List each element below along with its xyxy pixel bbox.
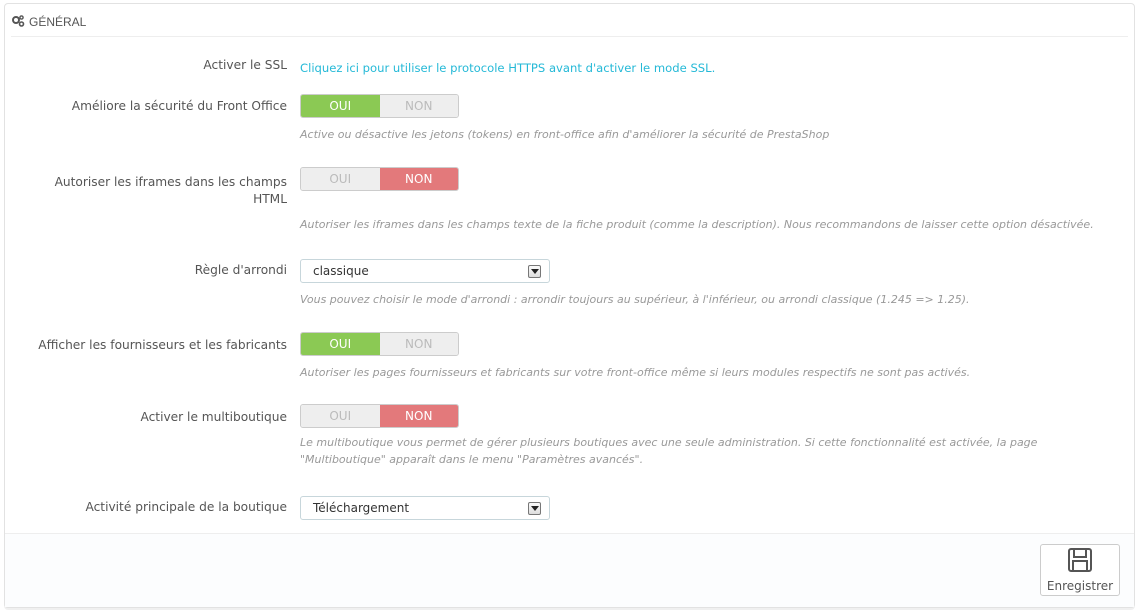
rounding-value: classique bbox=[313, 264, 369, 278]
activity-value: Téléchargement bbox=[313, 501, 410, 515]
iframes-label: Autoriser les iframes dans les champs HT… bbox=[54, 175, 287, 206]
iframes-switch[interactable]: OUI NON bbox=[300, 167, 459, 191]
multishop-no[interactable]: NON bbox=[379, 405, 458, 427]
chevron-down-icon[interactable] bbox=[528, 265, 541, 278]
front-security-no[interactable]: NON bbox=[379, 95, 458, 117]
multishop-switch[interactable]: OUI NON bbox=[300, 404, 459, 428]
suppliers-help: Autoriser les pages fournisseurs et fabr… bbox=[300, 366, 971, 379]
activity-label: Activité principale de la boutique bbox=[85, 500, 287, 514]
rounding-help: Vous pouvez choisir le mode d'arrondi : … bbox=[300, 293, 970, 306]
save-label: Enregistrer bbox=[1046, 579, 1114, 593]
iframes-help: Autoriser les iframes dans les champs te… bbox=[300, 218, 1094, 231]
chevron-down-icon[interactable] bbox=[528, 502, 541, 515]
activity-select[interactable]: Téléchargement bbox=[300, 496, 550, 520]
save-icon bbox=[1067, 547, 1093, 576]
iframes-no[interactable]: NON bbox=[379, 168, 458, 190]
suppliers-yes[interactable]: OUI bbox=[301, 333, 380, 355]
panel-footer: Enregistrer bbox=[5, 533, 1134, 607]
gears-icon bbox=[11, 14, 25, 31]
multishop-label: Activer le multiboutique bbox=[140, 410, 287, 424]
rounding-select[interactable]: classique bbox=[300, 259, 550, 283]
suppliers-switch[interactable]: OUI NON bbox=[300, 332, 459, 356]
front-security-switch[interactable]: OUI NON bbox=[300, 94, 459, 118]
panel-heading: Général bbox=[11, 8, 1128, 37]
enable-https-link[interactable]: Cliquez ici pour utiliser le protocole H… bbox=[300, 61, 715, 75]
suppliers-label: Afficher les fournisseurs et les fabrica… bbox=[38, 338, 287, 352]
panel-title: Général bbox=[29, 15, 87, 29]
front-security-label: Améliore la sécurité du Front Office bbox=[71, 99, 287, 113]
multishop-help: Le multiboutique vous permet de gérer pl… bbox=[300, 434, 1110, 468]
suppliers-no[interactable]: NON bbox=[379, 333, 458, 355]
ssl-label: Activer le SSL bbox=[203, 58, 287, 72]
front-security-yes[interactable]: OUI bbox=[301, 95, 380, 117]
save-button[interactable]: Enregistrer bbox=[1040, 544, 1120, 596]
rounding-label: Règle d'arrondi bbox=[194, 263, 287, 277]
multishop-yes[interactable]: OUI bbox=[301, 405, 380, 427]
iframes-yes[interactable]: OUI bbox=[301, 168, 380, 190]
multishop-help-line2: "Multiboutique" apparaît dans le menu "P… bbox=[300, 453, 644, 466]
general-panel: Général Activer le SSL Cliquez ici pour … bbox=[4, 3, 1135, 608]
multishop-help-line1: Le multiboutique vous permet de gérer pl… bbox=[300, 436, 1038, 449]
front-security-help: Active ou désactive les jetons (tokens) … bbox=[300, 128, 830, 141]
